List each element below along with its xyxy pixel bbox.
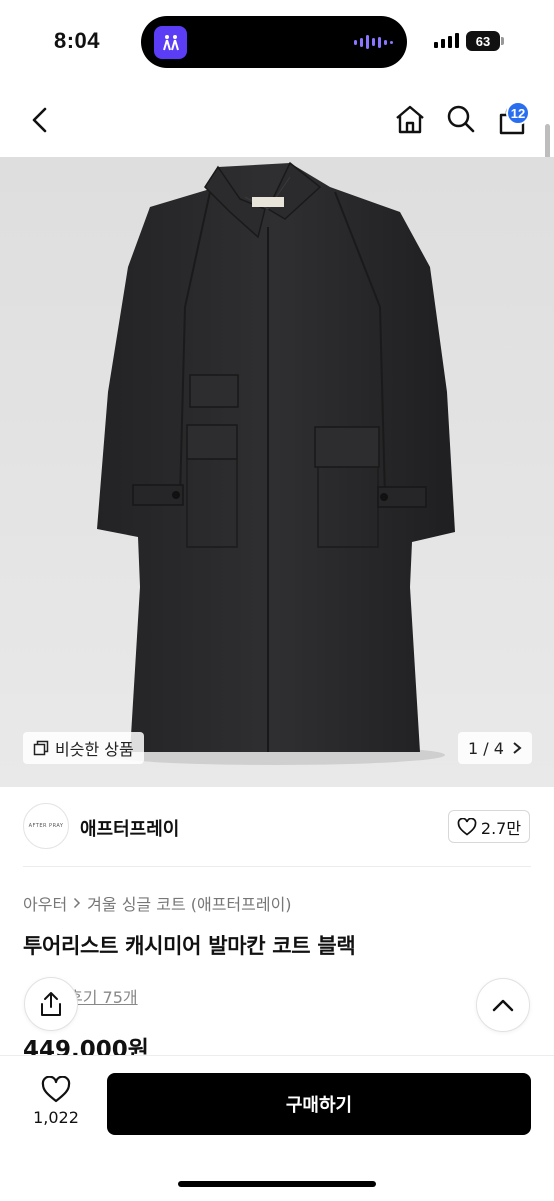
back-icon[interactable] bbox=[24, 104, 56, 136]
similar-products-button[interactable]: 비슷한 상품 bbox=[23, 732, 144, 764]
home-icon[interactable] bbox=[393, 102, 427, 136]
cart-count-badge: 12 bbox=[506, 101, 530, 125]
product-image[interactable]: 비슷한 상품 1 / 4 bbox=[0, 157, 554, 787]
image-pager-count: 1 / 4 bbox=[468, 738, 504, 758]
chevron-up-icon bbox=[492, 999, 514, 1012]
wishlist-count: 1,022 bbox=[33, 1108, 79, 1127]
wishlist-button[interactable] bbox=[40, 1074, 72, 1104]
coat-illustration bbox=[97, 161, 455, 765]
breadcrumb-category[interactable]: 아우터 bbox=[23, 891, 67, 915]
scroll-top-button[interactable] bbox=[476, 978, 530, 1032]
brand-logo[interactable]: AFTER PRAY bbox=[23, 803, 69, 849]
divider bbox=[23, 866, 531, 867]
buy-button-label: 구매하기 bbox=[285, 1095, 353, 1116]
share-icon bbox=[41, 992, 61, 1016]
brand-name[interactable]: 애프터프레이 bbox=[80, 815, 179, 841]
heart-icon bbox=[457, 817, 477, 836]
signal-icon bbox=[434, 33, 459, 48]
share-button[interactable] bbox=[24, 977, 78, 1031]
chevron-right-icon bbox=[513, 742, 522, 754]
breadcrumb: 아우터 겨울 싱글 코트 (애프터프레이) bbox=[23, 891, 292, 915]
image-pager[interactable]: 1 / 4 bbox=[458, 732, 532, 764]
buy-button[interactable]: 구매하기 bbox=[107, 1073, 531, 1135]
product-title: 투어리스트 캐시미어 발마칸 코트 블랙 bbox=[23, 934, 356, 958]
search-icon[interactable] bbox=[444, 102, 478, 136]
similar-products-label: 비슷한 상품 bbox=[55, 740, 134, 759]
battery-cap bbox=[501, 37, 504, 45]
review-link[interactable]: 후기 75개 bbox=[68, 984, 138, 1008]
brand-like-count: 2.7만 bbox=[480, 818, 522, 838]
audio-wave-icon bbox=[354, 34, 393, 50]
battery-level: 63 bbox=[466, 31, 500, 51]
home-indicator bbox=[178, 1181, 376, 1187]
breadcrumb-subcategory[interactable]: 겨울 싱글 코트 (애프터프레이) bbox=[87, 891, 291, 915]
now-playing-app-icon bbox=[154, 26, 187, 59]
copy-icon bbox=[33, 740, 49, 756]
brand-like-button[interactable]: 2.7만 bbox=[448, 810, 530, 843]
status-time: 8:04 bbox=[54, 28, 101, 53]
chevron-right-icon bbox=[74, 897, 81, 909]
dynamic-island bbox=[141, 16, 407, 68]
heart-icon bbox=[41, 1075, 71, 1102]
